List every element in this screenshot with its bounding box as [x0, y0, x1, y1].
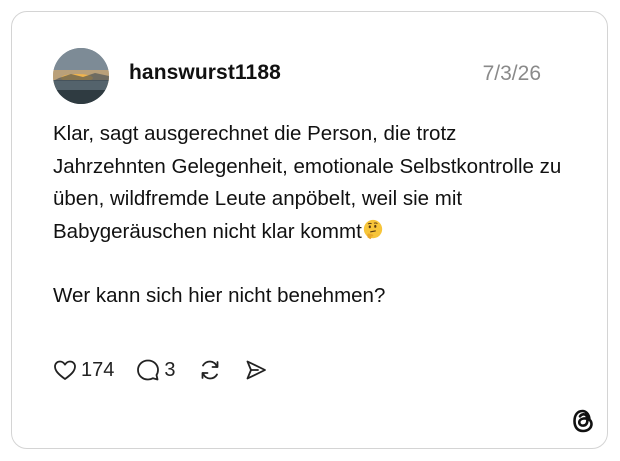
- like-button[interactable]: 174: [53, 359, 114, 382]
- thinking-face-icon: [363, 219, 382, 239]
- share-button[interactable]: [244, 358, 268, 382]
- heart-icon: [54, 360, 76, 380]
- comment-icon: [137, 359, 160, 381]
- post-paragraph: Wer kann sich hier nicht benehmen?: [53, 284, 386, 307]
- comment-count: 3: [164, 358, 176, 381]
- threads-post-card: hanswurst1188 7/3/26 Klar, sagt ausgerec…: [11, 11, 608, 449]
- post-date: 7/3/26: [482, 62, 541, 85]
- repost-button[interactable]: [198, 358, 222, 382]
- username[interactable]: hanswurst1188: [129, 61, 281, 85]
- repost-icon: [201, 360, 218, 380]
- post-body: Klar, sagt ausgerechnet die Person, die …: [53, 118, 573, 313]
- post-paragraph: Klar, sagt ausgerechnet die Person, die …: [53, 118, 573, 248]
- avatar-image: [53, 48, 109, 104]
- send-icon: [246, 360, 266, 380]
- post-actions-bar: 174 3: [53, 355, 290, 385]
- avatar[interactable]: [53, 48, 109, 104]
- comment-button[interactable]: 3: [136, 358, 176, 382]
- like-count: 174: [81, 358, 115, 381]
- threads-logo-icon: [573, 409, 593, 433]
- post-text: Klar, sagt ausgerechnet die Person, die …: [53, 122, 562, 243]
